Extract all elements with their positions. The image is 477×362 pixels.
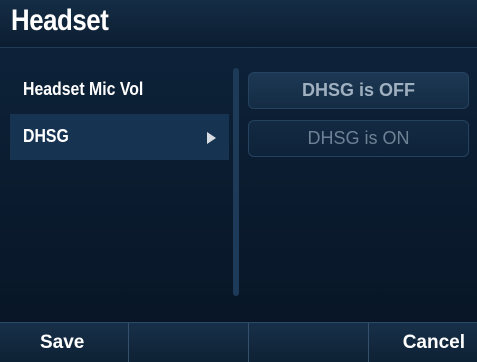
option-dhsg-off[interactable]: DHSG is OFF: [248, 72, 469, 109]
softkey-save[interactable]: Save: [0, 323, 128, 362]
softkey-cancel[interactable]: Cancel: [368, 323, 477, 362]
option-dhsg-on[interactable]: DHSG is ON: [248, 120, 469, 157]
screen-title: Headset: [11, 4, 109, 37]
softkey-bar: Save Cancel: [0, 322, 477, 362]
triangle-right-icon: [207, 132, 216, 144]
softkey-empty-3[interactable]: [248, 323, 368, 362]
menu-item-headset-mic-vol[interactable]: Headset Mic Vol: [10, 67, 229, 113]
softkey-label: Cancel: [402, 332, 465, 353]
menu-item-label: DHSG: [23, 126, 69, 146]
menu-item-dhsg[interactable]: DHSG: [10, 114, 229, 160]
content-area: Headset Mic Vol DHSG DHSG is OFF DHSG is…: [0, 48, 477, 322]
title-bar: Headset: [0, 0, 477, 48]
softkey-empty-2[interactable]: [128, 323, 248, 362]
option-label: DHSG is ON: [307, 128, 410, 148]
scrollbar[interactable]: [233, 68, 239, 296]
option-label: DHSG is OFF: [301, 80, 415, 100]
phone-screen: Headset Headset Mic Vol DHSG DHSG is OFF…: [0, 0, 477, 362]
softkey-label: Save: [40, 332, 85, 353]
menu-item-label: Headset Mic Vol: [23, 79, 144, 99]
